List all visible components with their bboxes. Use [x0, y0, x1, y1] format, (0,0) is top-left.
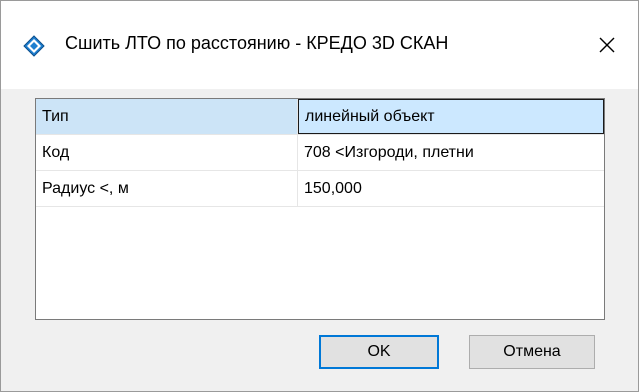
close-button[interactable]	[591, 29, 623, 61]
property-value[interactable]: 708 <Изгороди, плетни	[298, 135, 604, 170]
window-title: Сшить ЛТО по расстоянию - КРЕДО 3D СКАН	[65, 33, 449, 53]
close-icon	[599, 37, 615, 53]
cancel-button[interactable]: Отмена	[469, 335, 595, 369]
ok-button[interactable]: OK	[319, 335, 439, 369]
stitch-lto-dialog: Сшить ЛТО по расстоянию - КРЕДО 3D СКАН …	[0, 0, 639, 392]
credo-diamond-icon	[23, 35, 45, 57]
property-value-editor[interactable]: линейный объект	[298, 99, 604, 134]
property-row-code[interactable]: Код 708 <Изгороди, плетни	[36, 135, 604, 171]
property-grid: Тип линейный объект Код 708 <Изгороди, п…	[35, 98, 605, 320]
property-key: Код	[36, 135, 298, 170]
property-value[interactable]: 150,000	[298, 171, 604, 206]
title-bar: Сшить ЛТО по расстоянию - КРЕДО 3D СКАН	[1, 1, 638, 89]
property-key: Тип	[36, 99, 298, 134]
property-key: Радиус <, м	[36, 171, 298, 206]
property-row-radius[interactable]: Радиус <, м 150,000	[36, 171, 604, 207]
property-row-type[interactable]: Тип линейный объект	[36, 99, 604, 135]
